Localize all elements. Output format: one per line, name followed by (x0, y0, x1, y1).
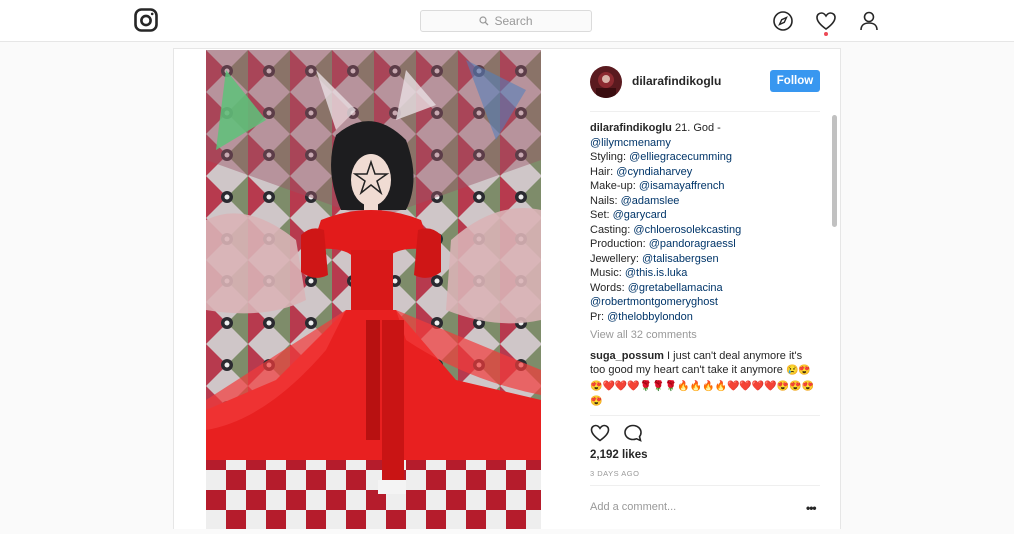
instagram-logo-icon[interactable] (134, 8, 158, 32)
heart-icon[interactable] (815, 10, 837, 32)
caption-mention-link[interactable]: @talisabergsen (642, 253, 719, 265)
caption-credit-line: Words: @gretabellamacina (590, 281, 818, 296)
caption-credit-label: Production: (590, 238, 649, 250)
caption-credit-line: Jewellery: @talisabergsen (590, 252, 818, 267)
search-icon (479, 16, 489, 26)
header-divider (590, 111, 820, 112)
footer-divider (590, 485, 820, 486)
caption-credit-line: Production: @pandoragraessl (590, 237, 818, 252)
more-options-icon[interactable]: ••• (806, 501, 817, 515)
likes-count[interactable]: 2,192 likes (590, 449, 648, 461)
caption-mention-link[interactable]: @elliegracecumming (629, 151, 732, 163)
caption-mention-link[interactable]: @garycard (613, 209, 667, 221)
post-timestamp: 3 DAYS AGO (590, 469, 640, 478)
comments-scrollbar-thumb[interactable] (832, 115, 837, 227)
compass-icon[interactable] (772, 10, 794, 32)
caption-credit-label: Music: (590, 267, 625, 279)
caption-username[interactable]: dilarafindikoglu (590, 122, 672, 134)
notification-dot (824, 32, 828, 36)
heart-outline-icon[interactable] (590, 423, 610, 443)
caption-credit-line: Casting: @chloerosolekcasting (590, 223, 818, 238)
caption-mention-link[interactable]: @chloerosolekcasting (633, 224, 741, 236)
caption-credit-label: Jewellery: (590, 252, 642, 265)
caption-credit-line: Make-up: @isamayaffrench (590, 179, 818, 194)
person-icon[interactable] (858, 10, 880, 32)
caption-credit-label: Make-up: (590, 180, 639, 192)
follow-button[interactable]: Follow (770, 70, 820, 92)
caption-credit-label: Set: (590, 209, 613, 221)
post-photo[interactable] (206, 50, 541, 529)
caption-credit-line: Set: @garycard (590, 208, 818, 223)
comment-item: suga_possum I just can't deal anymore it… (590, 349, 818, 410)
caption-credit-line: Music: @this.is.luka (590, 266, 818, 281)
caption-first-text: 21. God - (674, 122, 721, 134)
caption-mention-link[interactable]: @adamslee (621, 195, 680, 207)
caption-credit-line: Pr: @thelobbylondon (590, 310, 818, 325)
caption-credit-label: Pr: (590, 310, 608, 323)
view-all-comments-link[interactable]: View all 32 comments (590, 328, 818, 343)
caption-mention-link[interactable]: @gretabellamacina (628, 282, 723, 294)
caption-credit-label: Hair: (590, 165, 617, 178)
caption-credit-line: @lilymcmenamy (590, 136, 818, 151)
caption: dilarafindikoglu 21. God - @lilymcmenamy… (590, 121, 818, 324)
post-author-username[interactable]: dilarafindikoglu (632, 74, 721, 88)
caption-credit-line: Nails: @adamslee (590, 194, 818, 209)
caption-mention-link[interactable]: @thelobbylondon (607, 311, 693, 323)
caption-credit-line: @robertmontgomeryghost (590, 295, 818, 310)
caption-mention-link[interactable]: @cyndiaharvey (616, 166, 692, 178)
comments-divider (590, 415, 820, 416)
caption-credit-label: Casting: (590, 223, 634, 236)
top-navigation-bar: Search (0, 0, 1014, 42)
caption-credit-line: Styling: @elliegracecumming (590, 150, 818, 165)
caption-mention-link[interactable]: @pandoragraessl (649, 238, 736, 250)
add-comment-input[interactable]: Add a comment... (590, 501, 676, 513)
caption-credit-label: Words: (590, 281, 628, 294)
post-sidebar: dilarafindikoglu Follow dilarafindikoglu… (590, 49, 837, 529)
comments-section: dilarafindikoglu 21. God - @lilymcmenamy… (590, 121, 818, 413)
caption-credit-label: Nails: (590, 194, 621, 207)
search-placeholder: Search (494, 14, 533, 28)
caption-mention-link[interactable]: @lilymcmenamy (590, 137, 671, 149)
comment-bubble-icon[interactable] (623, 423, 643, 443)
avatar[interactable] (590, 66, 622, 98)
search-input[interactable]: Search (420, 10, 592, 32)
caption-credit-line: Hair: @cyndiaharvey (590, 165, 818, 180)
caption-mention-link[interactable]: @robertmontgomeryghost (590, 296, 718, 308)
post-card: dilarafindikoglu Follow dilarafindikoglu… (173, 48, 841, 529)
caption-credit-label: Styling: (590, 151, 630, 163)
caption-mention-link[interactable]: @isamayaffrench (639, 180, 725, 192)
comment-username[interactable]: suga_possum (590, 350, 664, 362)
caption-mention-link[interactable]: @this.is.luka (625, 267, 688, 279)
